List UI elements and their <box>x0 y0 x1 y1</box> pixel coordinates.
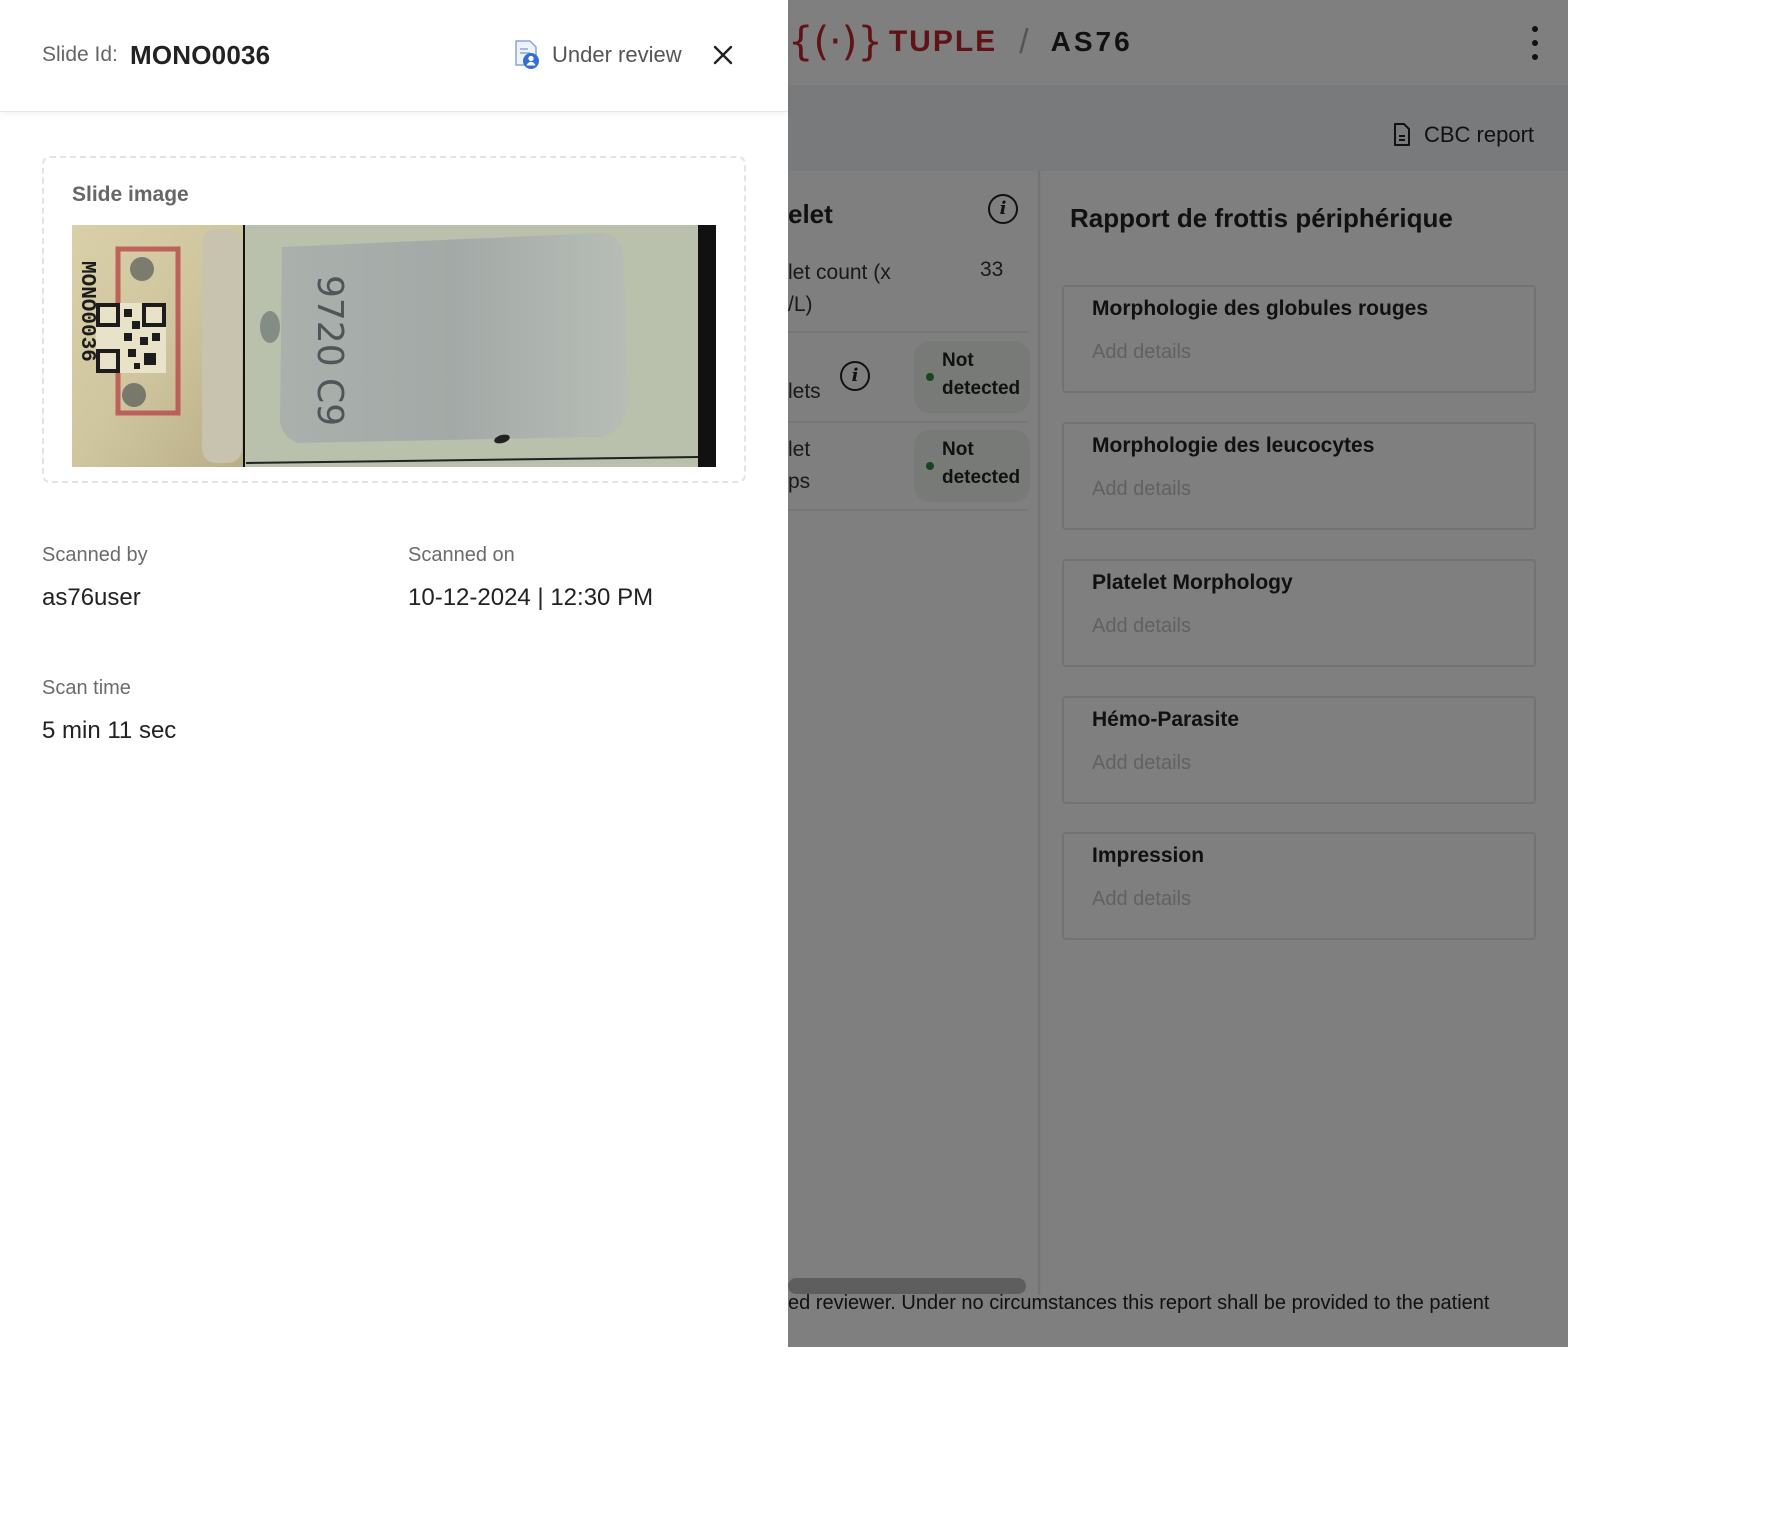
scanned-by-label: Scanned by <box>42 544 148 566</box>
review-status-text: Under review <box>552 42 682 67</box>
slide-image[interactable]: MONO0036 9720 C9 <box>72 225 716 467</box>
scan-time-label: Scan time <box>42 677 131 699</box>
qr-code-icon <box>96 303 166 373</box>
close-button[interactable] <box>708 40 738 70</box>
slide-image-label: Slide image <box>72 183 189 206</box>
slide-details-drawer: Slide Id: MONO0036 Under review Slide im… <box>0 0 788 1347</box>
scanned-on-label: Scanned on <box>408 544 515 566</box>
drawer-header: Slide Id: MONO0036 Under review <box>0 0 788 112</box>
slide-image-card: Slide image MONO0036 9720 C9 <box>42 156 746 483</box>
slide-id-value: MONO0036 <box>130 40 271 70</box>
close-icon <box>713 45 733 65</box>
slide-barcode-text: MONO0036 <box>75 261 98 362</box>
review-status: Under review <box>514 40 682 70</box>
scanned-on-value: 10-12-2024 | 12:30 PM <box>408 584 654 611</box>
slide-handwriting: 9720 C9 <box>309 275 350 426</box>
slide-id-label: Slide Id: <box>42 43 118 66</box>
document-user-icon <box>515 40 539 69</box>
scanned-by-value: as76user <box>42 584 141 611</box>
scan-time-value: 5 min 11 sec <box>42 717 177 744</box>
